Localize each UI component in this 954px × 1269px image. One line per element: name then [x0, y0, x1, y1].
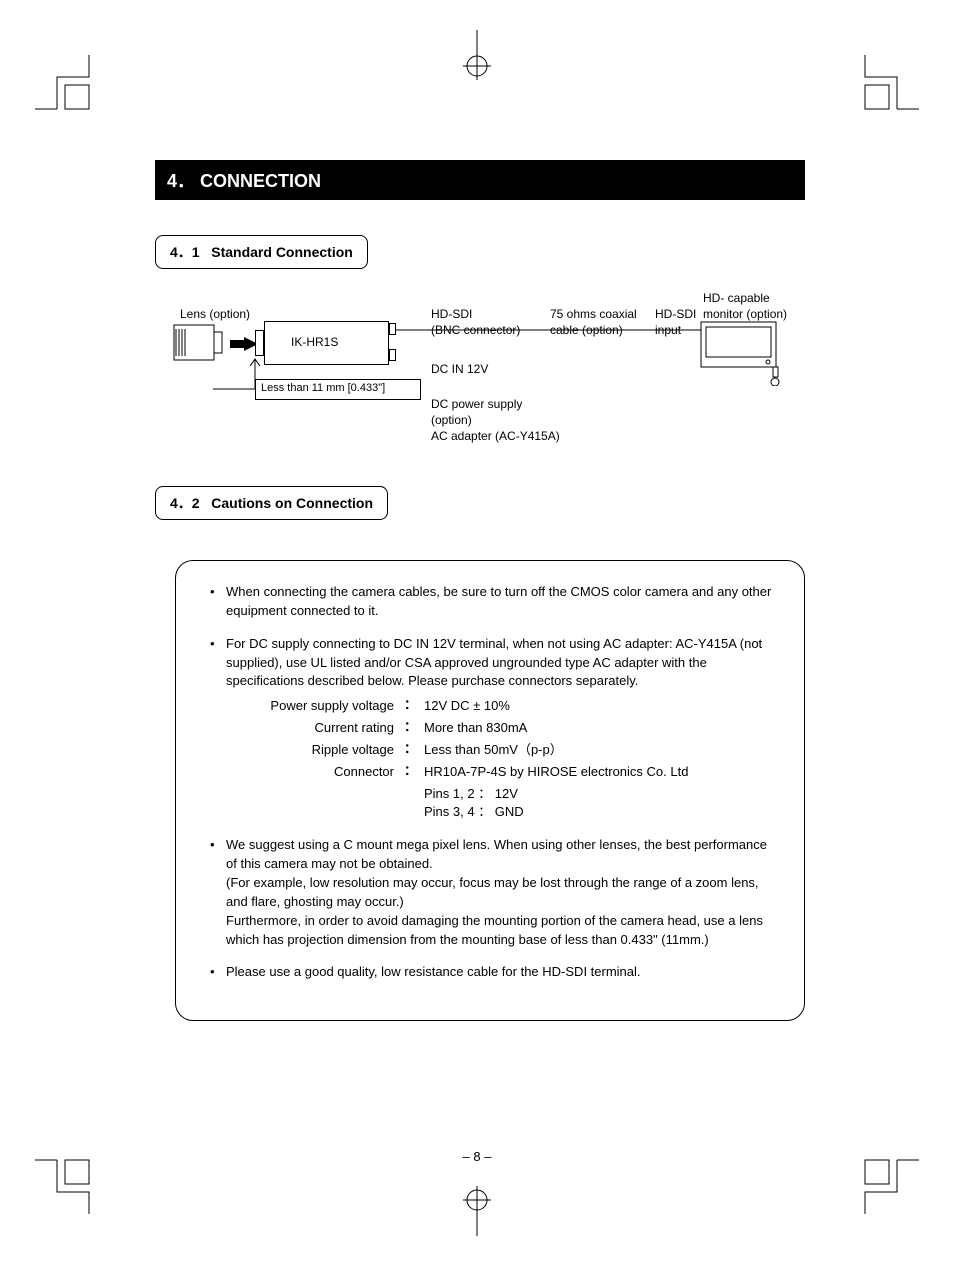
colon: ：: [404, 741, 416, 760]
dc-port: [389, 349, 396, 361]
subsection-number: 4．2: [170, 495, 200, 511]
page-number-value: 8: [473, 1149, 480, 1164]
hdsdi-label: HD-SDI: [431, 307, 472, 321]
subsection-heading: 4．2 Cautions on Connection: [155, 486, 388, 520]
crop-mark-icon: [35, 1159, 90, 1214]
registration-mark-icon: [463, 30, 491, 83]
colon: ：: [404, 697, 416, 716]
hdsdi-port: [389, 323, 396, 335]
registration-mark-icon: [463, 1186, 491, 1239]
clearance-arrow-icon: [213, 354, 263, 390]
caution-item: Please use a good quality, low resistanc…: [206, 963, 774, 982]
spec-value: Less than 50mV（p-p）: [416, 741, 563, 760]
colon: ：: [404, 763, 416, 782]
dc-supply-3: AC adapter (AC-Y415A): [431, 429, 560, 443]
subsection-title: Standard Connection: [211, 244, 353, 260]
section-number: 4．: [167, 171, 195, 191]
spec-label: Power supply voltage: [254, 697, 404, 716]
caution-item: For DC supply connecting to DC IN 12V te…: [206, 635, 774, 823]
spec-value: More than 830mA: [416, 719, 527, 738]
section-heading: 4． CONNECTION: [155, 160, 805, 200]
monitor-icon: [700, 321, 785, 386]
connection-diagram: Lens (option) IK-HR1S Less than 11 mm [0…: [155, 291, 805, 466]
monitor-label-1: HD- capable: [703, 291, 770, 305]
subsection-heading: 4．1 Standard Connection: [155, 235, 368, 269]
crop-mark-icon: [35, 55, 90, 110]
dc-in-label: DC IN 12V: [431, 362, 488, 376]
crop-mark-icon: [864, 55, 919, 110]
colon: ：: [404, 719, 416, 738]
spec-value: 12V DC ± 10%: [416, 697, 510, 716]
camera-model: IK-HR1S: [291, 335, 338, 349]
pins: Pins 1, 2 ： 12V: [424, 785, 774, 804]
spec-value: HR10A-7P-4S by HIROSE electronics Co. Lt…: [416, 763, 688, 782]
subsection-number: 4．1: [170, 244, 200, 260]
subsection-title: Cautions on Connection: [211, 495, 373, 511]
dc-supply-1: DC power supply: [431, 397, 522, 411]
hdsdi-input-1: HD-SDI: [655, 307, 696, 321]
spec-label: Current rating: [254, 719, 404, 738]
dc-supply-2: (option): [431, 413, 472, 427]
pins: Pins 3, 4 ： GND: [424, 803, 774, 822]
spec-label: Ripple voltage: [254, 741, 404, 760]
clearance-label: Less than 11 mm [0.433"]: [255, 379, 421, 400]
crop-mark-icon: [864, 1159, 919, 1214]
spec-label: Connector: [254, 763, 404, 782]
monitor-label-2: monitor (option): [703, 307, 787, 321]
spec-table: Power supply voltage：12V DC ± 10% Curren…: [254, 697, 774, 822]
page-number: – 8 –: [0, 1149, 954, 1164]
camera-mount: [255, 330, 264, 356]
section-title: CONNECTION: [200, 171, 321, 191]
caution-item: When connecting the camera cables, be su…: [206, 583, 774, 621]
signal-cable-line: [396, 328, 701, 332]
lens-label: Lens (option): [180, 307, 250, 321]
caution-item: We suggest using a C mount mega pixel le…: [206, 836, 774, 949]
cable-label-1: 75 ohms coaxial: [550, 307, 637, 321]
arrow-right-icon: [230, 337, 258, 351]
cautions-box: When connecting the camera cables, be su…: [175, 560, 805, 1021]
caution-text: For DC supply connecting to DC IN 12V te…: [226, 636, 762, 689]
